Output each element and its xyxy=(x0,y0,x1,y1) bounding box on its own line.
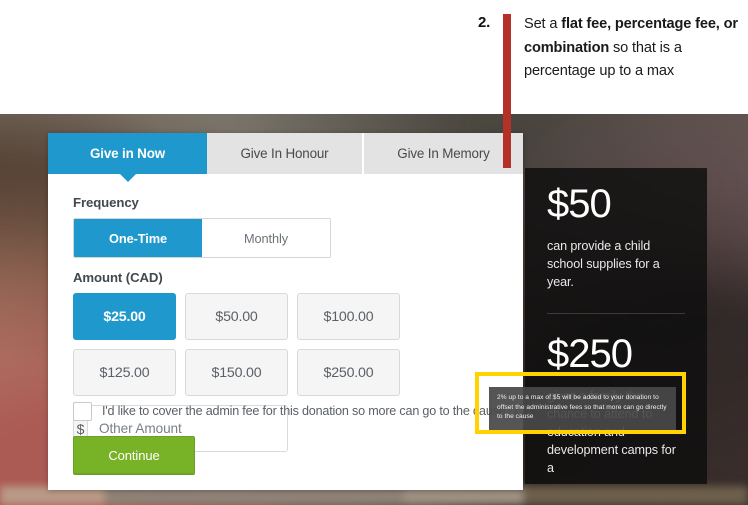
tab-label: Give in Now xyxy=(90,146,165,161)
amount-preset-button[interactable]: $50.00 xyxy=(185,293,288,340)
amount-preset-button[interactable]: $125.00 xyxy=(73,349,176,396)
amount-preset-button[interactable]: $100.00 xyxy=(297,293,400,340)
frequency-label: Frequency xyxy=(73,195,139,210)
tab-bar: Give in Now Give In Honour Give In Memor… xyxy=(48,133,523,182)
amount-preset-label: $150.00 xyxy=(211,364,262,381)
annotation-red-rule xyxy=(503,14,511,168)
tab-give-in-memory[interactable]: Give In Memory xyxy=(364,133,523,174)
impact-description: can provide a child school supplies for … xyxy=(547,239,660,289)
amount-preset-button[interactable]: $25.00 xyxy=(73,293,176,340)
amount-preset-label: $125.00 xyxy=(99,364,150,381)
frequency-option-one-time[interactable]: One-Time xyxy=(74,219,202,257)
frequency-option-monthly[interactable]: Monthly xyxy=(202,219,330,257)
tab-give-in-now[interactable]: Give in Now xyxy=(48,133,207,182)
donation-form: Frequency One-Time Monthly Amount (CAD) … xyxy=(48,174,530,490)
continue-label: Continue xyxy=(108,448,160,463)
annotation-text: Set a flat fee, percentage fee, or combi… xyxy=(524,13,748,84)
admin-fee-checkbox[interactable] xyxy=(73,401,92,421)
admin-fee-label: I'd like to cover the admin fee for this… xyxy=(102,404,506,418)
continue-button[interactable]: Continue xyxy=(73,436,195,475)
amount-preset-label: $100.00 xyxy=(323,308,374,325)
tooltip-highlight-box xyxy=(475,372,686,434)
amount-preset-grid: $25.00 $50.00 $100.00 $125.00 $150.00 $2… xyxy=(73,293,503,452)
tab-label: Give In Honour xyxy=(240,146,329,161)
frequency-option-label: One-Time xyxy=(109,230,167,246)
impact-item: $50 can provide a child school supplies … xyxy=(525,168,707,291)
annotation-plain: Set a xyxy=(524,16,562,32)
step-number: 2. xyxy=(478,14,491,31)
frequency-option-label: Monthly xyxy=(243,230,289,246)
frequency-toggle-group: One-Time Monthly xyxy=(73,218,331,258)
impact-amount: $250 xyxy=(547,332,633,376)
amount-preset-label: $250.00 xyxy=(323,364,374,381)
tab-active-arrow-icon xyxy=(118,173,137,182)
impact-amount: $50 xyxy=(547,182,612,226)
amount-preset-label: $25.00 xyxy=(103,308,146,325)
tab-label: Give In Memory xyxy=(397,146,490,161)
amount-label: Amount (CAD) xyxy=(73,270,163,285)
amount-preset-button[interactable]: $150.00 xyxy=(185,349,288,396)
amount-preset-label: $50.00 xyxy=(215,308,258,325)
impact-panel: $50 can provide a child school supplies … xyxy=(525,168,707,484)
admin-fee-row: I'd like to cover the admin fee for this… xyxy=(73,400,530,422)
annotation-strip: 2. Set a flat fee, percentage fee, or co… xyxy=(0,0,748,114)
tab-give-in-honour[interactable]: Give In Honour xyxy=(207,133,364,174)
amount-preset-button[interactable]: $250.00 xyxy=(297,349,400,396)
